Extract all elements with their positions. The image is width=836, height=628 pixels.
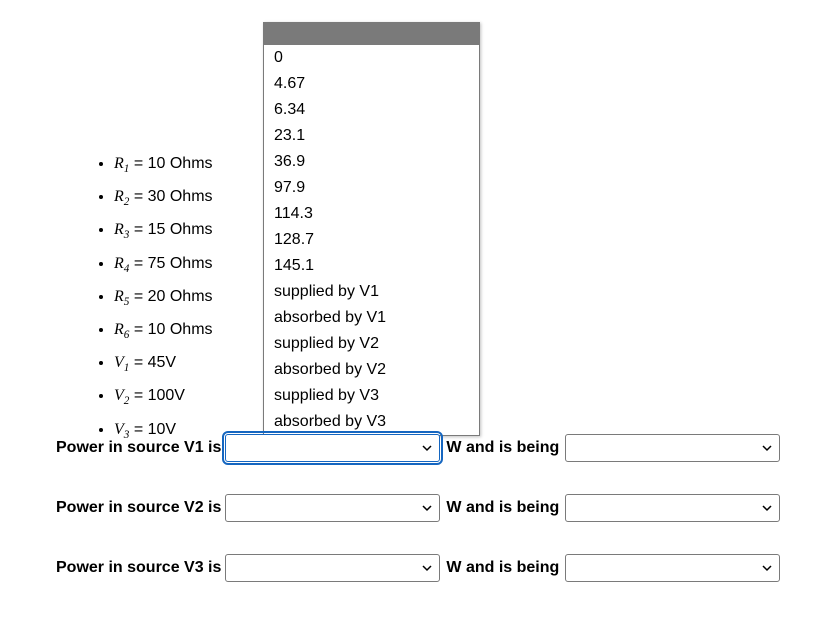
given-value: = 10 Ohms bbox=[129, 155, 212, 172]
given-symbol: R bbox=[114, 188, 124, 205]
dropdown-option[interactable]: supplied by V2 bbox=[264, 331, 479, 357]
given-item: R6 = 10 Ohms bbox=[114, 316, 213, 349]
dropdown-option[interactable]: 4.67 bbox=[264, 71, 479, 97]
dropdown-option[interactable]: 0 bbox=[264, 45, 479, 71]
chevron-down-icon bbox=[761, 442, 773, 454]
row-v3-label: Power in source V3 is bbox=[56, 559, 221, 577]
dropdown-option[interactable]: 114.3 bbox=[264, 201, 479, 227]
given-item: V1 = 45V bbox=[114, 349, 213, 382]
row-v1-label: Power in source V1 is bbox=[56, 439, 221, 457]
given-value: = 100V bbox=[129, 387, 185, 404]
dropdown-option[interactable]: 145.1 bbox=[264, 253, 479, 279]
row-v1: Power in source V1 is W and is being bbox=[56, 432, 780, 464]
given-symbol: V bbox=[114, 354, 124, 371]
given-value: = 45V bbox=[129, 354, 176, 371]
dropdown-option[interactable]: 97.9 bbox=[264, 175, 479, 201]
dropdown-option[interactable]: absorbed by V1 bbox=[264, 305, 479, 331]
given-value: = 10 Ohms bbox=[129, 321, 212, 338]
select-v1-power[interactable] bbox=[225, 434, 440, 462]
row-v3: Power in source V3 is W and is being bbox=[56, 552, 780, 584]
given-values: R1 = 10 OhmsR2 = 30 OhmsR3 = 15 OhmsR4 =… bbox=[92, 150, 213, 449]
given-symbol: R bbox=[114, 155, 124, 172]
given-item: V2 = 100V bbox=[114, 382, 213, 415]
chevron-down-icon bbox=[421, 562, 433, 574]
question-rows: Power in source V1 is W and is being Pow… bbox=[56, 432, 780, 612]
chevron-down-icon bbox=[761, 502, 773, 514]
dropdown-listbox[interactable]: 04.676.3423.136.997.9114.3128.7145.1supp… bbox=[263, 22, 480, 436]
row-v2-label: Power in source V2 is bbox=[56, 499, 221, 517]
select-v2-status[interactable] bbox=[565, 494, 780, 522]
select-v3-status[interactable] bbox=[565, 554, 780, 582]
given-item: R3 = 15 Ohms bbox=[114, 216, 213, 249]
given-value: = 15 Ohms bbox=[129, 221, 212, 238]
row-v3-mid: W and is being bbox=[446, 559, 559, 577]
dropdown-option[interactable]: 36.9 bbox=[264, 149, 479, 175]
row-v1-mid: W and is being bbox=[446, 439, 559, 457]
select-v3-power[interactable] bbox=[225, 554, 440, 582]
dropdown-option[interactable]: 128.7 bbox=[264, 227, 479, 253]
given-value: = 20 Ohms bbox=[129, 288, 212, 305]
dropdown-option[interactable]: supplied by V3 bbox=[264, 383, 479, 409]
given-item: R2 = 30 Ohms bbox=[114, 183, 213, 216]
given-item: R4 = 75 Ohms bbox=[114, 250, 213, 283]
given-symbol: R bbox=[114, 255, 124, 272]
given-symbol: R bbox=[114, 321, 124, 338]
chevron-down-icon bbox=[421, 502, 433, 514]
given-item: R1 = 10 Ohms bbox=[114, 150, 213, 183]
chevron-down-icon bbox=[421, 442, 433, 454]
dropdown-option[interactable]: absorbed by V2 bbox=[264, 357, 479, 383]
dropdown-option[interactable]: 23.1 bbox=[264, 123, 479, 149]
dropdown-option[interactable]: supplied by V1 bbox=[264, 279, 479, 305]
chevron-down-icon bbox=[761, 562, 773, 574]
row-v2: Power in source V2 is W and is being bbox=[56, 492, 780, 524]
given-value: = 30 Ohms bbox=[129, 188, 212, 205]
dropdown-option[interactable]: 6.34 bbox=[264, 97, 479, 123]
given-item: R5 = 20 Ohms bbox=[114, 283, 213, 316]
select-v1-status[interactable] bbox=[565, 434, 780, 462]
dropdown-option-blank[interactable] bbox=[264, 23, 479, 45]
given-value: = 75 Ohms bbox=[129, 255, 212, 272]
select-v2-power[interactable] bbox=[225, 494, 440, 522]
row-v2-mid: W and is being bbox=[446, 499, 559, 517]
given-symbol: R bbox=[114, 288, 124, 305]
given-symbol: V bbox=[114, 387, 124, 404]
given-symbol: R bbox=[114, 221, 124, 238]
